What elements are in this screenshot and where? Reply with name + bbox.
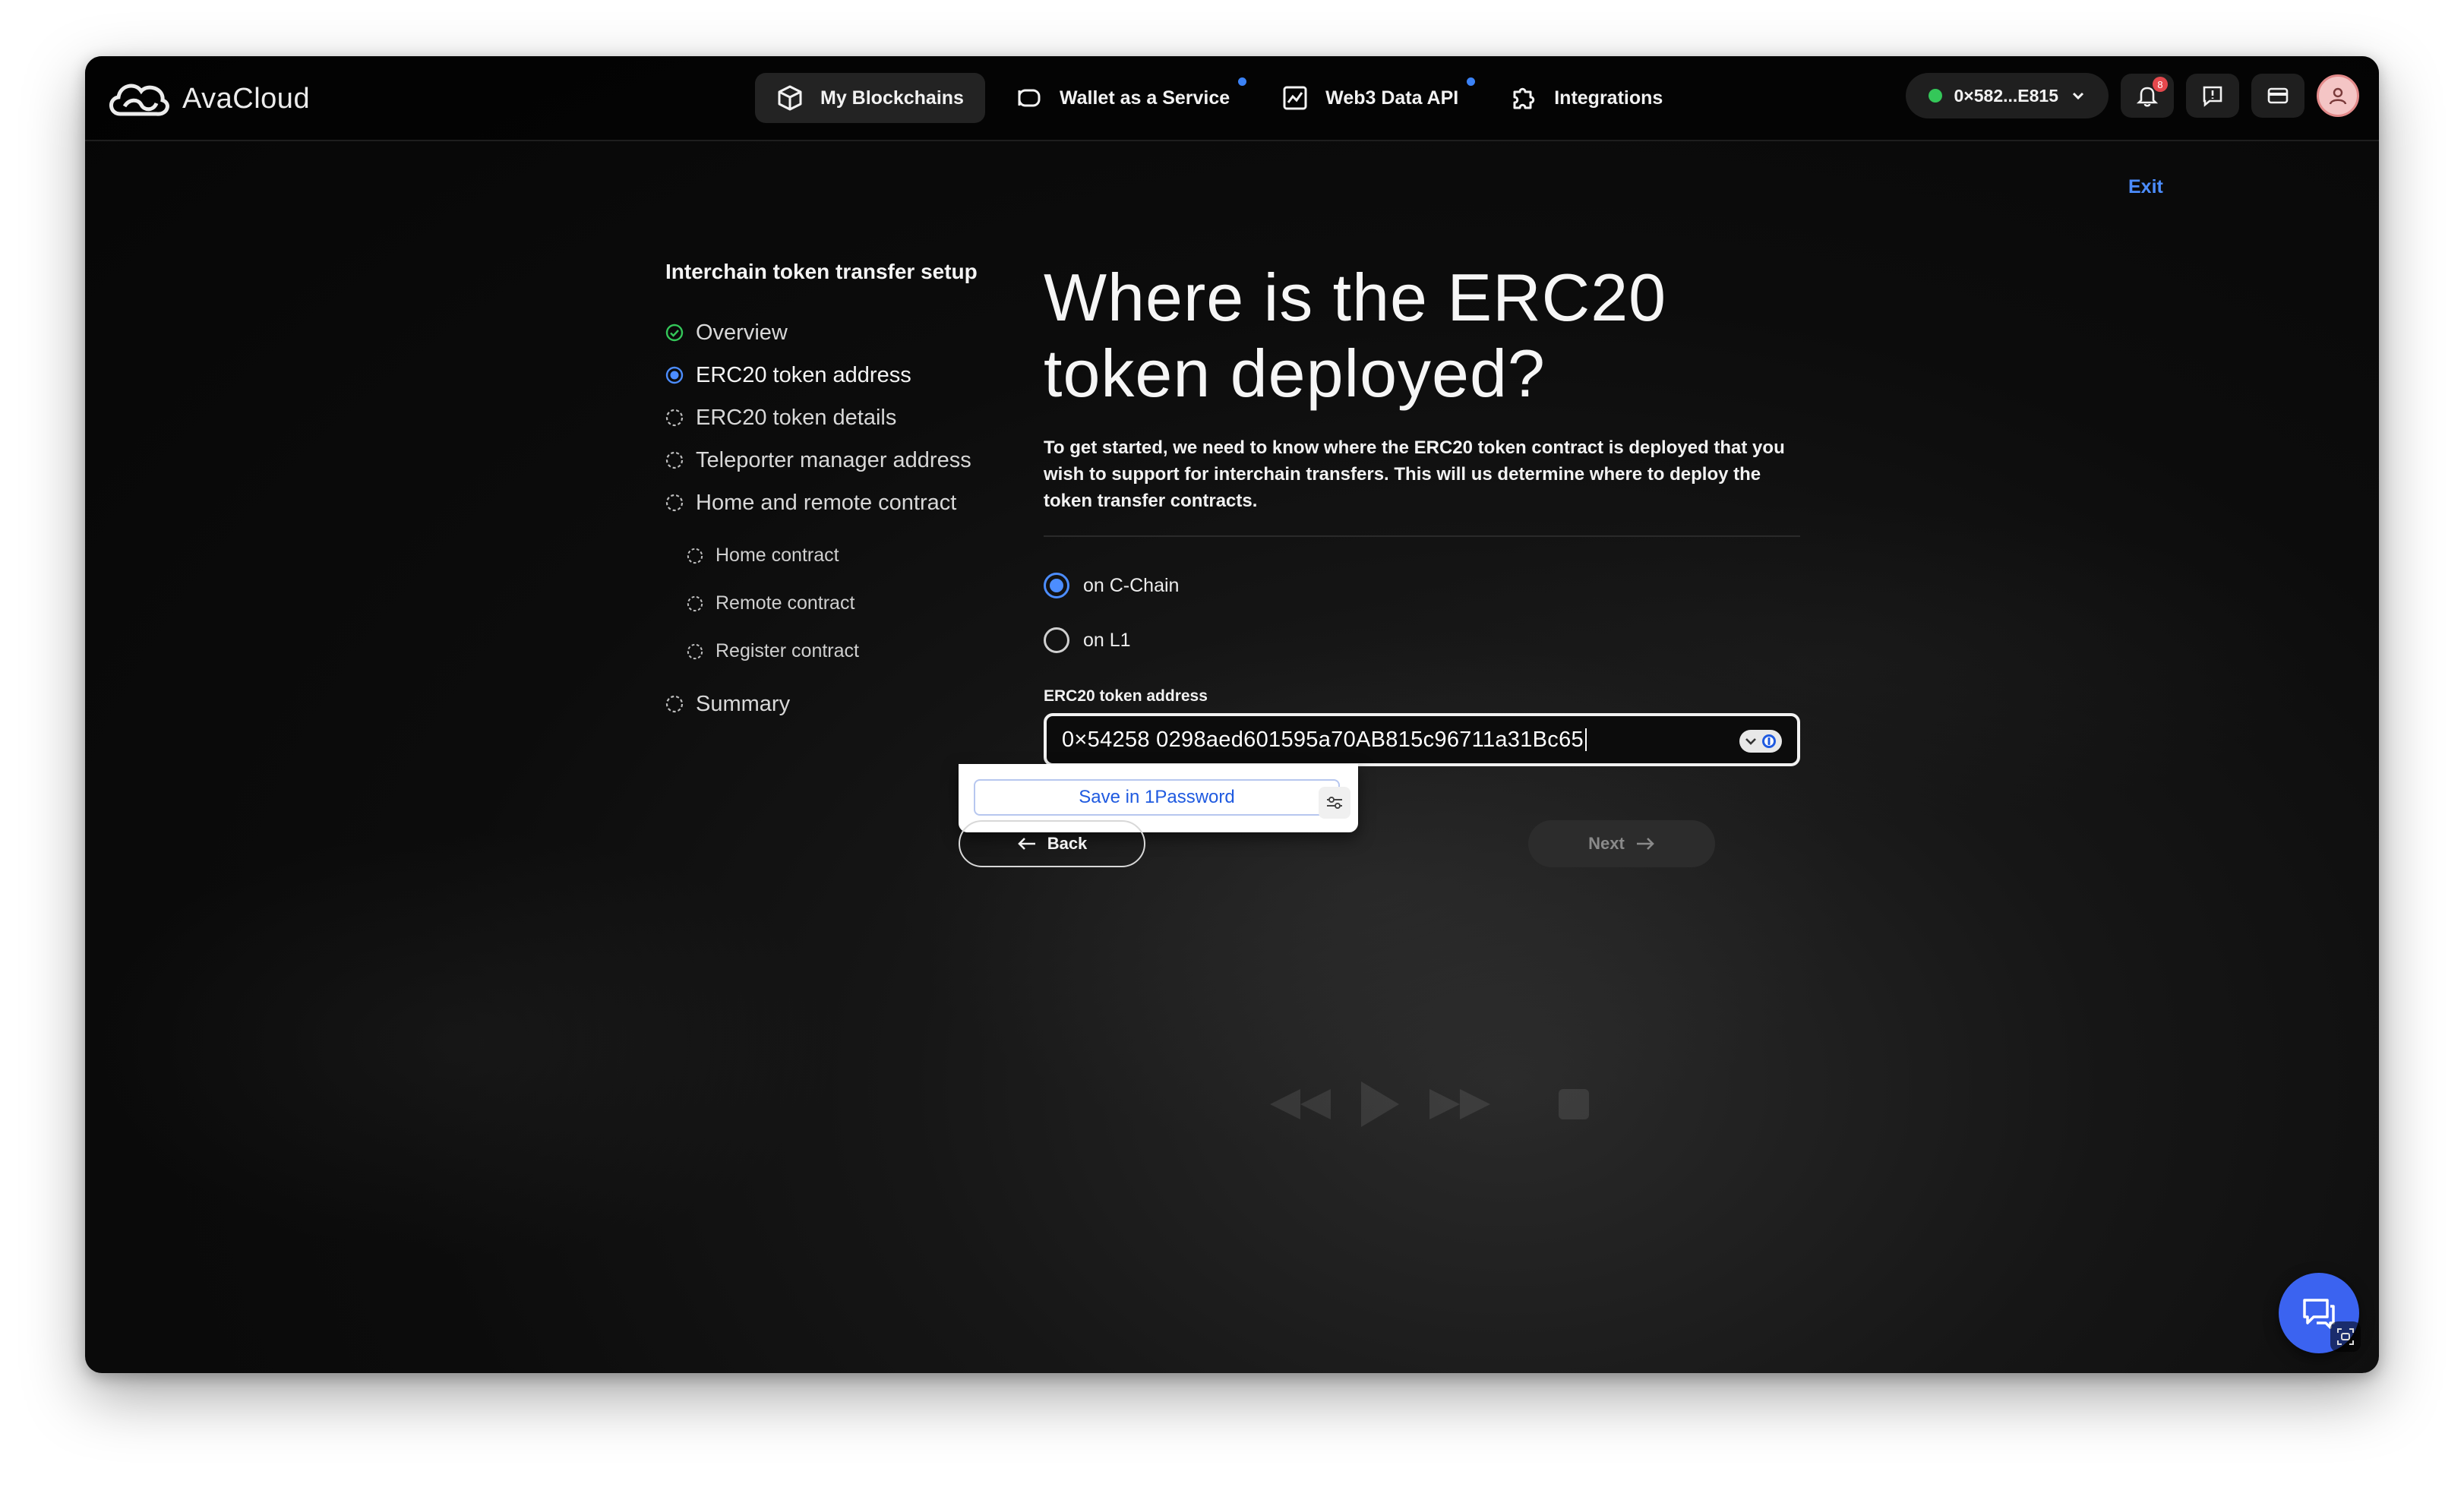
logo[interactable]: AvaCloud <box>105 76 310 122</box>
main-content: Where is the ERC20 token deployed? To ge… <box>1044 260 1800 766</box>
address-field-group: ERC20 token address 0×54258 0298aed60159… <box>1044 687 1800 766</box>
app-name: AvaCloud <box>182 82 311 115</box>
divider <box>1044 535 1800 537</box>
sliders-icon <box>1327 797 1342 809</box>
setup-steps-sidebar: Interchain token transfer setup Overview… <box>665 260 1030 725</box>
wallet-selector[interactable]: 0×582...E815 <box>1905 73 2109 118</box>
nav-my-blockchains[interactable]: My Blockchains <box>755 73 985 123</box>
exit-link[interactable]: Exit <box>2128 176 2163 198</box>
app-window: AvaCloud My Blockchains Wallet as a Serv… <box>85 56 2379 1373</box>
nav-web3-data-api[interactable]: Web3 Data API <box>1260 73 1480 123</box>
feedback-button[interactable] <box>2186 74 2239 118</box>
option-c-chain[interactable]: on C-Chain <box>1044 570 1800 601</box>
nav-label: Web3 Data API <box>1325 87 1459 109</box>
account-controls: 0×582...E815 8 <box>1905 73 2359 118</box>
1password-icon <box>1762 734 1776 748</box>
page-title-line-2: token deployed? <box>1044 336 1546 411</box>
radio-l1[interactable] <box>1044 627 1069 653</box>
step-home-and-remote-contract[interactable]: Home and remote contract <box>665 481 1030 524</box>
erc20-address-input[interactable]: 0×54258 0298aed601595a70AB815c96711a31Bc… <box>1044 713 1800 766</box>
page-title-line-1: Where is the ERC20 <box>1044 260 1667 335</box>
wallet-icon <box>1018 89 1041 107</box>
save-in-1password-button[interactable]: Save in 1Password <box>974 779 1340 816</box>
step-teleporter-manager-address[interactable]: Teleporter manager address <box>665 439 1030 481</box>
pending-step-icon <box>687 548 703 564</box>
arrow-left-icon <box>1017 838 1035 850</box>
substep-label: Remote contract <box>716 592 855 614</box>
pending-step-icon <box>687 643 703 659</box>
option-label: on L1 <box>1083 629 1131 651</box>
page-title: Where is the ERC20 token deployed? <box>1044 260 1800 412</box>
password-manager-toggle[interactable] <box>1739 730 1782 753</box>
cube-icon <box>778 85 802 111</box>
pending-step-icon <box>665 409 684 427</box>
chevron-down-icon <box>1745 738 1756 745</box>
substep-label: Home contract <box>716 545 839 566</box>
radio-c-chain[interactable] <box>1044 573 1069 598</box>
nav-label: My Blockchains <box>820 87 964 109</box>
step-label: Teleporter manager address <box>696 447 971 472</box>
step-erc20-token-details[interactable]: ERC20 token details <box>665 396 1030 439</box>
pending-step-icon <box>687 595 703 611</box>
new-indicator-dot <box>1467 77 1476 86</box>
billing-button[interactable] <box>2251 74 2304 118</box>
page-description: To get started, we need to know where th… <box>1044 437 1785 511</box>
notification-count-badge: 8 <box>2153 77 2168 92</box>
step-label: Overview <box>696 320 788 345</box>
substep-label: Register contract <box>716 640 859 661</box>
pending-step-icon <box>665 494 684 512</box>
step-label: Home and remote contract <box>696 490 957 515</box>
substep-home-contract[interactable]: Home contract <box>665 532 1030 579</box>
substep-remote-contract[interactable]: Remote contract <box>665 579 1030 627</box>
option-label: on C-Chain <box>1083 574 1180 596</box>
step-erc20-token-address[interactable]: ERC20 token address <box>665 354 1030 396</box>
step-label: Summary <box>696 691 791 716</box>
avacloud-logo-icon <box>109 84 169 116</box>
top-navigation-bar: AvaCloud My Blockchains Wallet as a Serv… <box>85 56 2379 141</box>
password-manager-settings-button[interactable] <box>1319 787 1350 819</box>
chart-icon <box>1283 86 1307 110</box>
feedback-icon <box>2203 86 2222 107</box>
option-l1[interactable]: on L1 <box>1044 625 1800 655</box>
user-icon <box>2329 87 2347 105</box>
notifications-button[interactable]: 8 <box>2121 74 2174 118</box>
primary-nav: My Blockchains Wallet as a Service Web3 … <box>755 73 1684 123</box>
user-avatar[interactable] <box>2317 74 2359 117</box>
pending-step-icon <box>665 451 684 469</box>
back-button[interactable]: Back <box>959 820 1145 867</box>
background-media-controls-decoration <box>1270 1081 1589 1127</box>
substeps-list: Home contract Remote contract Register c… <box>665 532 1030 675</box>
connected-status-icon <box>1928 89 1942 103</box>
back-label: Back <box>1047 834 1088 853</box>
credit-card-icon <box>2267 87 2289 104</box>
nav-wallet-as-a-service[interactable]: Wallet as a Service <box>994 73 1251 123</box>
text-caret <box>1584 728 1587 751</box>
step-overview[interactable]: Overview <box>665 311 1030 354</box>
step-label: ERC20 token details <box>696 405 897 430</box>
chevron-down-icon <box>2072 92 2084 100</box>
step-label: ERC20 token address <box>696 362 911 387</box>
nav-label: Wallet as a Service <box>1059 87 1230 109</box>
nav-label: Integrations <box>1554 87 1663 109</box>
puzzle-icon <box>1513 87 1535 109</box>
substep-register-contract[interactable]: Register contract <box>665 627 1030 675</box>
pending-step-icon <box>665 695 684 713</box>
wallet-address: 0×582...E815 <box>1954 85 2058 106</box>
screenshot-capture-button[interactable] <box>2330 1321 2361 1352</box>
arrow-right-icon <box>1636 838 1654 850</box>
next-button[interactable]: Next <box>1528 820 1715 867</box>
scan-icon <box>2337 1328 2354 1345</box>
next-label: Next <box>1588 834 1625 853</box>
step-summary[interactable]: Summary <box>665 683 1030 725</box>
current-step-icon <box>665 366 684 384</box>
address-field-label: ERC20 token address <box>1044 687 1208 705</box>
sidebar-title: Interchain token transfer setup <box>665 260 978 283</box>
check-circle-icon <box>665 324 684 342</box>
address-value: 0×54258 0298aed601595a70AB815c96711a31Bc… <box>1062 727 1584 752</box>
nav-integrations[interactable]: Integrations <box>1489 73 1684 123</box>
new-indicator-dot <box>1238 77 1247 86</box>
deployment-location-options: on C-Chain on L1 <box>1044 570 1800 655</box>
